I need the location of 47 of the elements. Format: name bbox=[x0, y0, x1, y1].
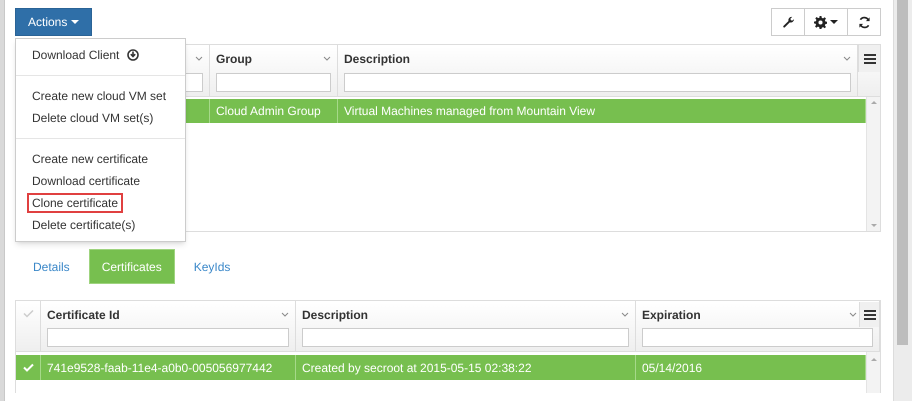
caret-icon bbox=[71, 20, 80, 24]
chevron-down-icon bbox=[281, 312, 289, 317]
menu-item[interactable]: Download Client bbox=[32, 46, 140, 64]
table-cell: Created by secroot at 2015-05-15 02:38:22 bbox=[296, 355, 636, 380]
column-menu-button[interactable] bbox=[858, 45, 880, 72]
gear-button[interactable] bbox=[804, 8, 848, 36]
wrench-icon bbox=[782, 16, 794, 28]
column-header[interactable]: Description bbox=[296, 301, 635, 328]
filter-field[interactable] bbox=[47, 328, 289, 347]
filter-field[interactable] bbox=[642, 328, 873, 347]
download-icon bbox=[127, 49, 140, 61]
tab[interactable]: Details bbox=[21, 249, 82, 284]
refresh-button[interactable] bbox=[847, 8, 881, 36]
menu-item[interactable]: Clone certificate bbox=[27, 193, 124, 213]
scroll-up-icon bbox=[870, 358, 876, 361]
filter-field[interactable] bbox=[302, 328, 629, 347]
menu-item[interactable]: Create new certificate bbox=[32, 150, 148, 168]
check-icon bbox=[22, 363, 34, 372]
chevron-down-icon bbox=[849, 312, 857, 317]
chevron-down-icon bbox=[621, 312, 629, 317]
column-header[interactable]: Certificate Id bbox=[41, 301, 295, 328]
menu-item[interactable]: Delete certificate(s) bbox=[32, 216, 136, 234]
column-menu-button[interactable] bbox=[859, 302, 879, 327]
scroll-down-icon bbox=[870, 224, 876, 227]
settings-icon bbox=[814, 16, 827, 28]
filter-field[interactable] bbox=[216, 73, 331, 92]
actions-button[interactable]: Actions bbox=[15, 8, 92, 36]
page-scrollbar[interactable] bbox=[893, 0, 912, 401]
column-header[interactable]: Expiration bbox=[636, 301, 879, 328]
table-cell: 741e9528-faab-11e4-a0b0-005056977442 bbox=[41, 355, 296, 380]
column-header[interactable]: Group bbox=[210, 45, 338, 72]
menu-icon bbox=[864, 310, 876, 320]
tab[interactable]: KeyIds bbox=[182, 249, 242, 284]
table-scrollbar[interactable] bbox=[866, 97, 880, 231]
select-all-check-icon bbox=[22, 309, 34, 318]
scroll-up-icon bbox=[870, 101, 876, 104]
chevron-down-icon bbox=[195, 56, 203, 61]
wrench-button[interactable] bbox=[771, 8, 805, 36]
refresh-icon bbox=[858, 16, 870, 28]
menu-item[interactable]: Download certificate bbox=[32, 172, 140, 190]
chevron-down-icon bbox=[323, 56, 331, 61]
caret-icon bbox=[830, 20, 838, 24]
filter-field[interactable] bbox=[344, 73, 851, 92]
menu-icon bbox=[864, 54, 876, 64]
chevron-down-icon bbox=[843, 56, 851, 61]
table-cell: Cloud Admin Group bbox=[210, 99, 338, 123]
table-scrollbar[interactable] bbox=[866, 352, 880, 393]
